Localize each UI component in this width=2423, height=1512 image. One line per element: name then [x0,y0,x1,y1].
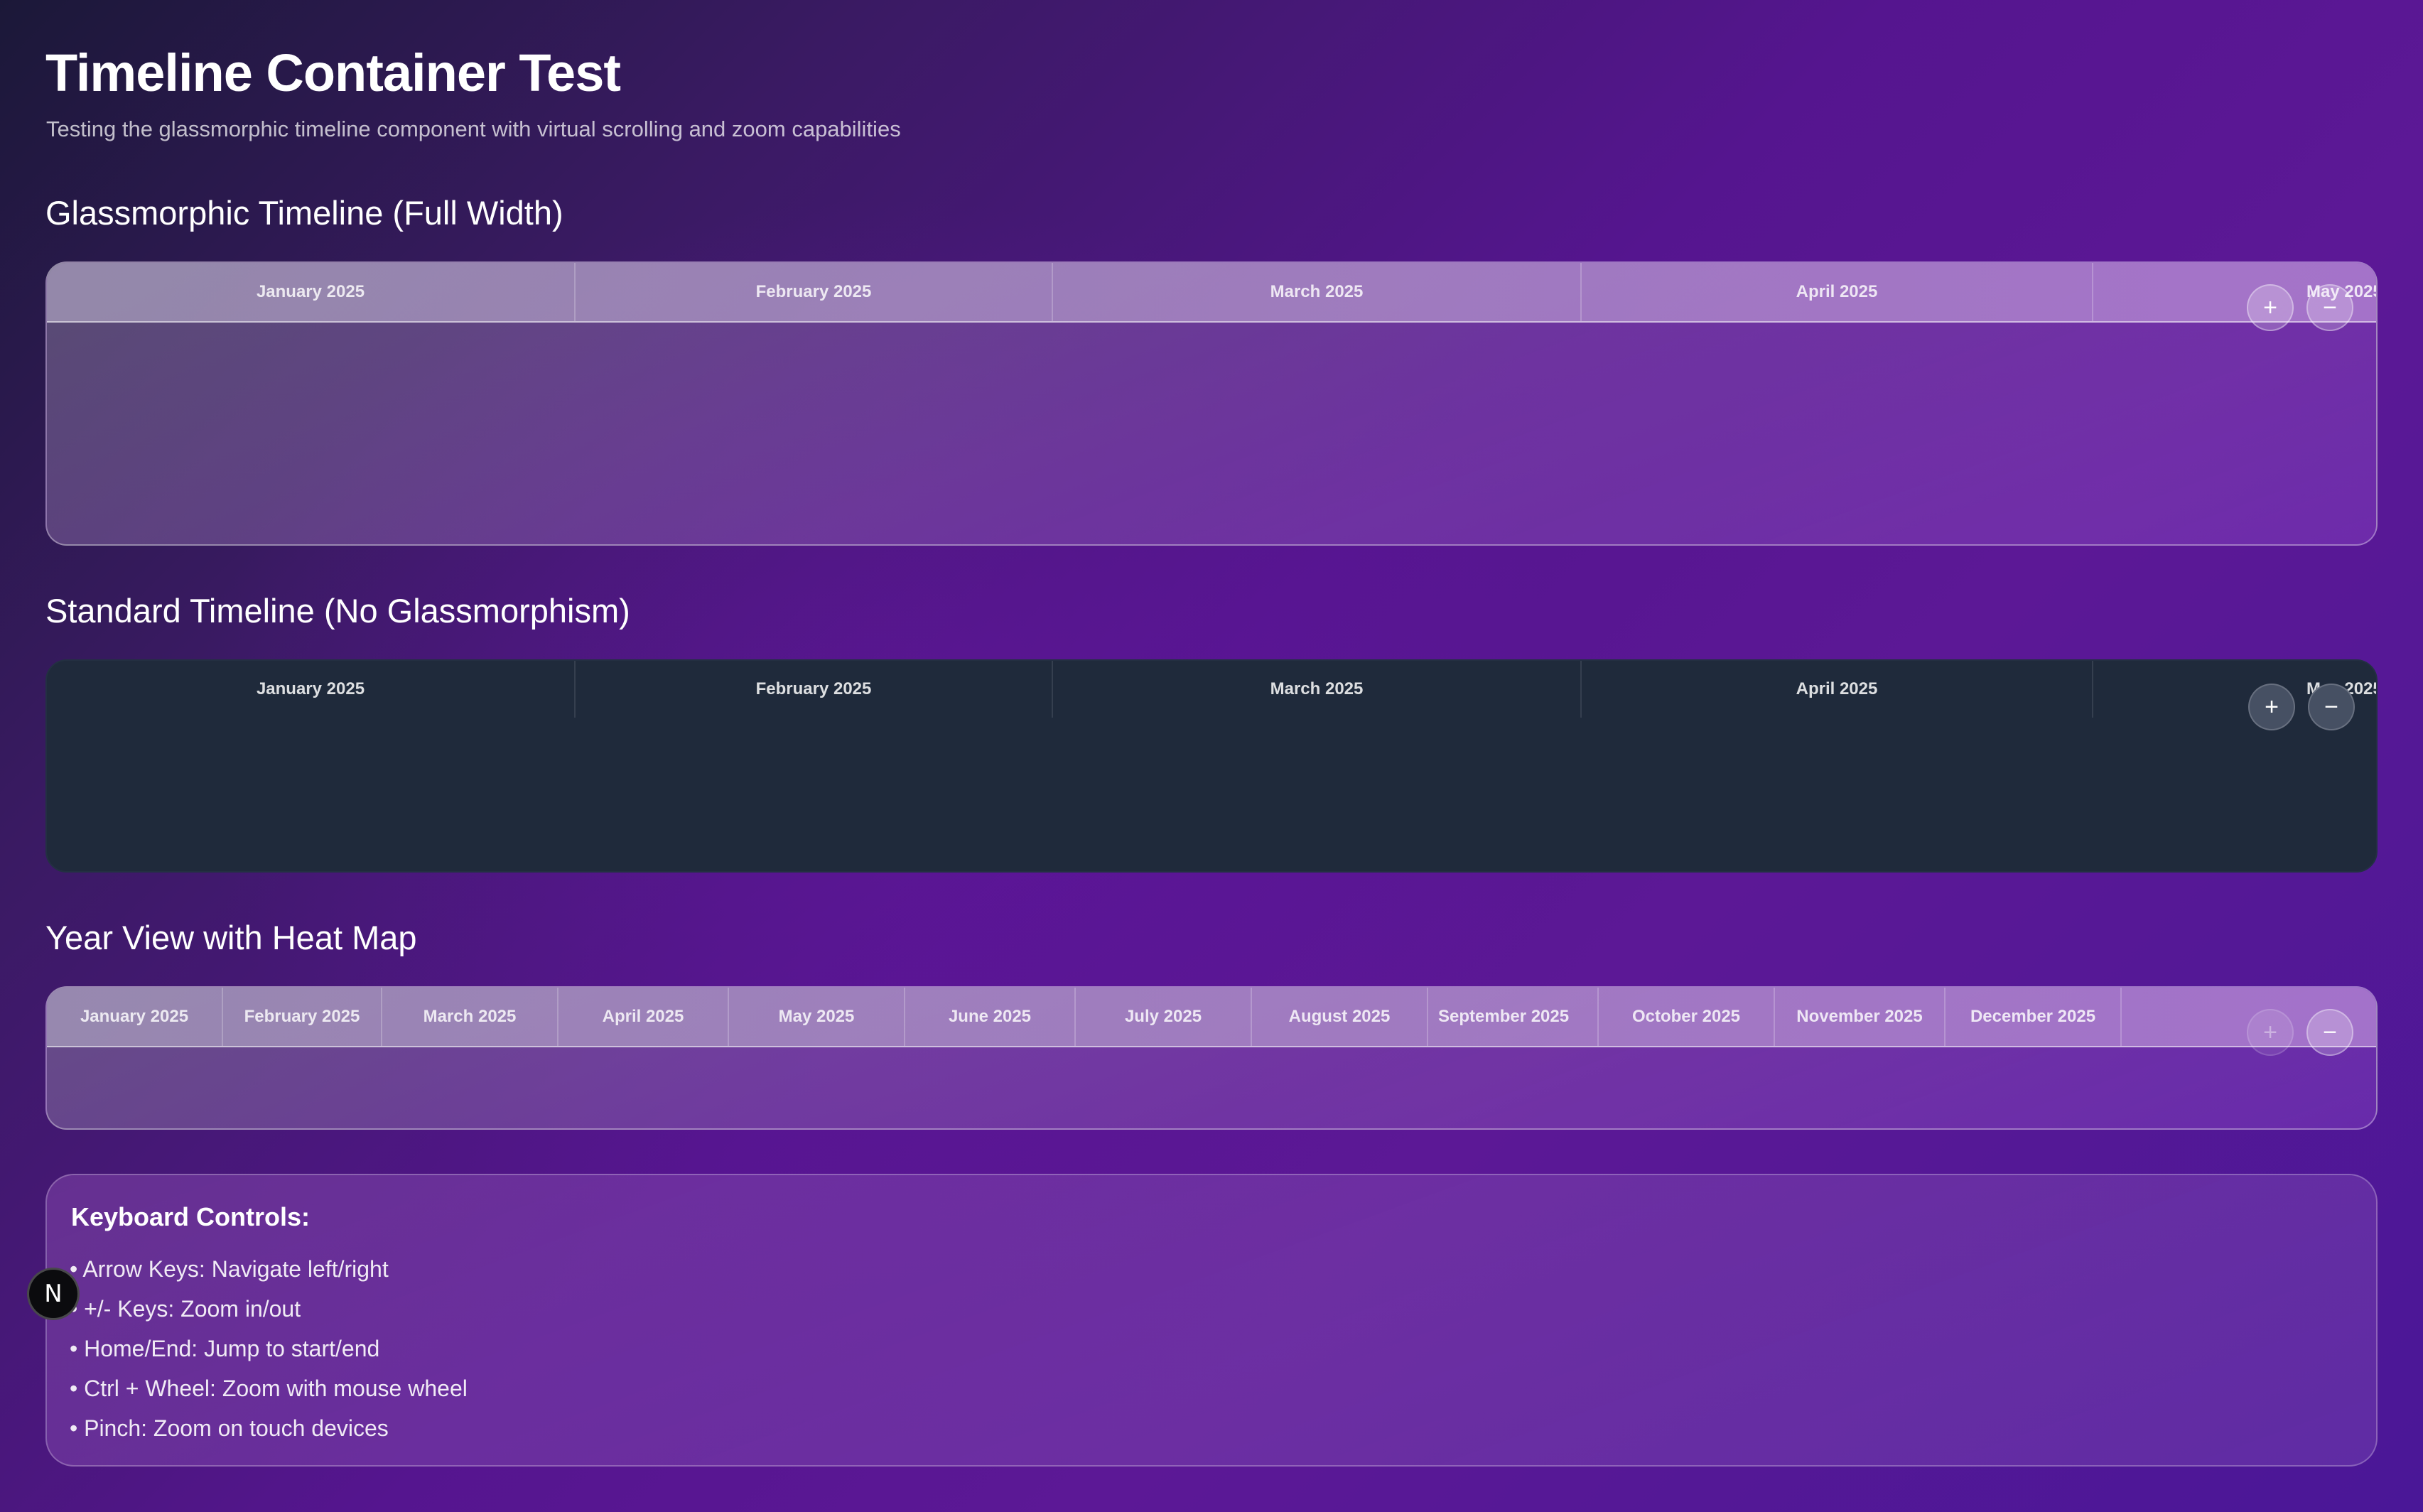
month-april: April 2025 [1582,263,2093,321]
month-february: February 2025 [223,988,382,1046]
zoom-in-button[interactable]: + [2248,684,2295,730]
month-may: May 2025 [729,988,905,1046]
month-december: December 2025 [1946,988,2122,1046]
zoom-out-button[interactable]: − [2308,684,2355,730]
keyboard-control-item: • Pinch: Zoom on touch devices [70,1415,389,1441]
month-october: October 2025 [1599,988,1775,1046]
zoom-in-button[interactable]: + [2247,284,2294,331]
month-march: March 2025 [1053,661,1582,718]
keyboard-controls-list: • Arrow Keys: Navigate left/right • +/- … [70,1249,468,1448]
month-february: February 2025 [576,263,1053,321]
keyboard-control-item: • Ctrl + Wheel: Zoom with mouse wheel [70,1376,468,1401]
year-view-header: January 2025 February 2025 March 2025 Ap… [47,988,2376,1047]
month-april: April 2025 [1582,661,2093,718]
standard-timeline-title: Standard Timeline (No Glassmorphism) [45,592,630,630]
page-subtitle: Testing the glassmorphic timeline compon… [46,117,901,141]
keyboard-controls-title: Keyboard Controls: [71,1202,311,1231]
zoom-in-button[interactable]: + [2247,1009,2294,1056]
standard-timeline[interactable]: January 2025 February 2025 March 2025 Ap… [45,659,2378,873]
month-january: January 2025 [47,988,223,1046]
year-view-timeline[interactable]: January 2025 February 2025 March 2025 Ap… [45,986,2378,1130]
nextjs-dev-badge[interactable]: N [27,1268,80,1320]
month-april: April 2025 [558,988,729,1046]
zoom-out-button[interactable]: − [2306,1009,2353,1056]
month-november: November 2025 [1775,988,1946,1046]
keyboard-control-item: • Home/End: Jump to start/end [70,1336,380,1361]
month-september: September 2025 [1428,988,1599,1046]
month-january: January 2025 [47,661,576,718]
glass-timeline-title: Glassmorphic Timeline (Full Width) [45,194,563,232]
year-view-title: Year View with Heat Map [45,919,417,956]
glass-timeline[interactable]: January 2025 February 2025 March 2025 Ap… [45,261,2378,546]
keyboard-control-item: • Arrow Keys: Navigate left/right [70,1256,389,1282]
standard-timeline-header: January 2025 February 2025 March 2025 Ap… [47,661,2376,718]
keyboard-controls-panel: Keyboard Controls: • Arrow Keys: Navigat… [45,1174,2378,1467]
month-august: August 2025 [1252,988,1428,1046]
month-june: June 2025 [905,988,1076,1046]
month-march: March 2025 [1053,263,1582,321]
page: Timeline Container Test Testing the glas… [0,0,2423,1512]
glass-timeline-header: January 2025 February 2025 March 2025 Ap… [47,263,2376,323]
month-january: January 2025 [47,263,576,321]
page-title: Timeline Container Test [45,43,621,102]
keyboard-control-item: • +/- Keys: Zoom in/out [70,1296,301,1322]
month-july: July 2025 [1076,988,1252,1046]
month-march: March 2025 [382,988,558,1046]
month-february: February 2025 [576,661,1053,718]
zoom-out-button[interactable]: − [2306,284,2353,331]
